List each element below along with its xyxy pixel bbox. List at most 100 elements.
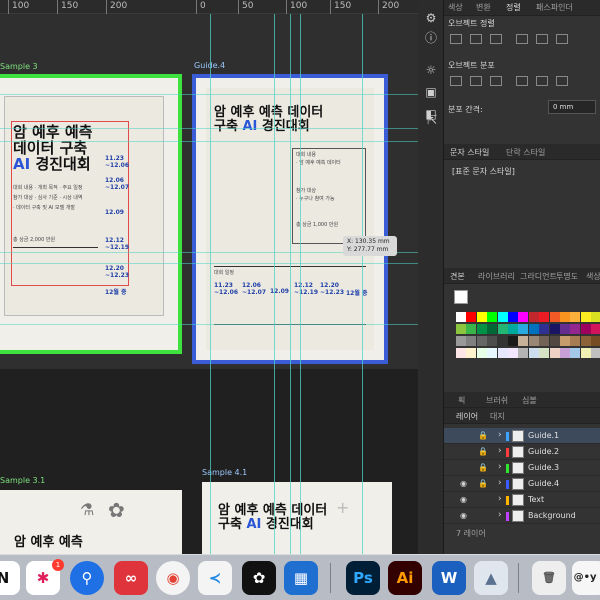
lock-icon[interactable]: 🔒 — [478, 479, 488, 488]
lock-icon[interactable]: 🔒 — [478, 447, 488, 456]
horizontal-guide[interactable] — [0, 94, 418, 95]
color-swatch[interactable] — [549, 336, 560, 346]
align-middle-button[interactable] — [536, 34, 548, 44]
fill-swatch[interactable] — [454, 290, 468, 304]
illustrator-app-icon[interactable]: Ai — [388, 561, 422, 595]
tab-char-styles[interactable]: 문자 스타일 — [450, 147, 489, 158]
align-left-button[interactable] — [450, 34, 462, 44]
layer-name[interactable]: Guide.4 — [528, 479, 559, 488]
color-swatch[interactable] — [528, 336, 539, 346]
color-swatch[interactable] — [487, 336, 498, 346]
chrome-app-icon[interactable]: ◉ — [156, 561, 190, 595]
distribute-button[interactable] — [490, 76, 502, 86]
color-swatch[interactable] — [560, 312, 570, 322]
align-bottom-button[interactable] — [556, 34, 568, 44]
photoshop-app-icon[interactable]: Ps — [346, 561, 380, 595]
color-swatch[interactable] — [476, 312, 487, 322]
preview-app-icon[interactable]: ▲ — [474, 561, 508, 595]
artboard-label-sample3[interactable]: Sample 3 — [0, 62, 38, 71]
chevron-right-icon[interactable]: › — [498, 462, 502, 472]
color-swatch[interactable] — [539, 336, 550, 346]
color-swatch[interactable] — [508, 336, 518, 346]
color-swatch[interactable] — [580, 312, 591, 322]
spacing-input[interactable]: 0 mm — [548, 100, 596, 114]
eye-icon[interactable]: ◉ — [460, 511, 467, 520]
chevron-right-icon[interactable]: › — [498, 510, 502, 520]
distribute-button[interactable] — [536, 76, 548, 86]
color-swatch[interactable] — [591, 336, 600, 346]
tab-swatches[interactable]: 견본 — [450, 271, 465, 282]
layer-row[interactable]: ◉ › Background — [444, 508, 600, 524]
vertical-guide[interactable] — [300, 14, 301, 554]
layer-name[interactable]: Text — [528, 495, 544, 504]
color-swatch[interactable] — [487, 312, 498, 322]
layer-name[interactable]: Background — [528, 511, 576, 520]
layer-row[interactable]: 🔒 › Guide.1 — [444, 428, 600, 444]
distribute-button[interactable] — [450, 76, 462, 86]
color-swatch[interactable] — [591, 324, 600, 334]
export-icon[interactable]: ⇱ — [424, 112, 440, 128]
vscode-app-icon[interactable]: ≺ — [198, 561, 232, 595]
sun-icon[interactable]: ☼ — [423, 62, 439, 78]
chevron-right-icon[interactable]: › — [498, 430, 502, 440]
color-swatch[interactable] — [570, 348, 581, 358]
color-swatch[interactable] — [549, 312, 560, 322]
color-swatch[interactable] — [591, 348, 600, 358]
color-swatch[interactable] — [456, 348, 466, 358]
color-swatch[interactable] — [539, 348, 550, 358]
color-swatch[interactable] — [539, 324, 550, 334]
artboard-sample41[interactable]: 암 예후 예측 데이터 구축 AI 경진대회 + — [202, 482, 392, 554]
social-folder-icon[interactable]: @•y f — [572, 561, 600, 595]
info-icon[interactable]: ⓘ — [423, 30, 439, 46]
chevron-right-icon[interactable]: › — [498, 478, 502, 488]
color-swatch[interactable] — [528, 312, 539, 322]
color-swatch[interactable] — [570, 336, 581, 346]
color-swatch[interactable] — [580, 348, 591, 358]
artboard-canvas[interactable]: Sample 3 Guide.4 Sample 3.1 Sample 4.1 암… — [0, 14, 418, 554]
layer-row[interactable]: 🔒 › Guide.3 — [444, 460, 600, 476]
tab-para-styles[interactable]: 단락 스타일 — [506, 147, 545, 158]
layer-row[interactable]: 🔒 › Guide.2 — [444, 444, 600, 460]
align-center-button[interactable] — [470, 34, 482, 44]
artboard-sample31[interactable]: 암 예후 예측 ✿ ⚗ — [0, 490, 182, 554]
align-top-button[interactable] — [516, 34, 528, 44]
tab-pathfinder[interactable]: 패스파인더 — [536, 2, 573, 13]
color-swatch[interactable] — [476, 348, 487, 358]
transform-icon[interactable]: ▣ — [423, 84, 439, 100]
distribute-button[interactable] — [516, 76, 528, 86]
distribute-button[interactable] — [556, 76, 568, 86]
tab-layers[interactable]: 레이어 — [456, 411, 478, 422]
color-swatch[interactable] — [528, 324, 539, 334]
layer-name[interactable]: Guide.2 — [528, 447, 559, 456]
artboard-label-sample41[interactable]: Sample 4.1 — [202, 468, 247, 477]
layer-row[interactable]: ◉ 🔒 › Guide.4 — [444, 476, 600, 492]
color-swatch[interactable] — [466, 336, 477, 346]
gear-icon[interactable]: ⚙ — [423, 10, 439, 26]
horizontal-guide[interactable] — [0, 128, 418, 129]
color-swatch[interactable] — [591, 312, 600, 322]
color-swatch[interactable] — [518, 312, 529, 322]
color-swatch[interactable] — [466, 348, 477, 358]
align-right-button[interactable] — [490, 34, 502, 44]
color-swatch[interactable] — [456, 336, 466, 346]
color-swatch[interactable] — [497, 324, 508, 334]
artboard-sample3[interactable]: 암 예후 예측 데이터 구축 AI 경진대회 대회 내용 · 개최 목적 · 주… — [0, 74, 182, 354]
tab-color2[interactable]: 색상 — [586, 271, 600, 282]
tab-artboards[interactable]: 대지 — [490, 411, 505, 422]
color-swatch[interactable] — [456, 312, 466, 322]
eye-icon[interactable]: ◉ — [460, 495, 467, 504]
color-swatch[interactable] — [466, 324, 477, 334]
color-swatch[interactable] — [580, 336, 591, 346]
horizontal-ruler[interactable]: 100 150 200 0 50 100 150 200 — [0, 0, 418, 14]
artboard-label-sample31[interactable]: Sample 3.1 — [0, 476, 45, 485]
lock-icon[interactable]: 🔒 — [478, 431, 488, 440]
color-swatch[interactable] — [549, 324, 560, 334]
shield-app-icon[interactable]: ▦ — [284, 561, 318, 595]
trash-icon[interactable]: 🗑 — [532, 561, 566, 595]
layer-name[interactable]: Guide.3 — [528, 463, 559, 472]
color-swatch[interactable] — [518, 324, 529, 334]
notion-app-icon[interactable]: N — [0, 561, 20, 595]
tab-transparency[interactable]: 투명도 — [556, 271, 578, 282]
color-swatch[interactable] — [497, 348, 508, 358]
horizontal-guide[interactable] — [0, 263, 418, 264]
